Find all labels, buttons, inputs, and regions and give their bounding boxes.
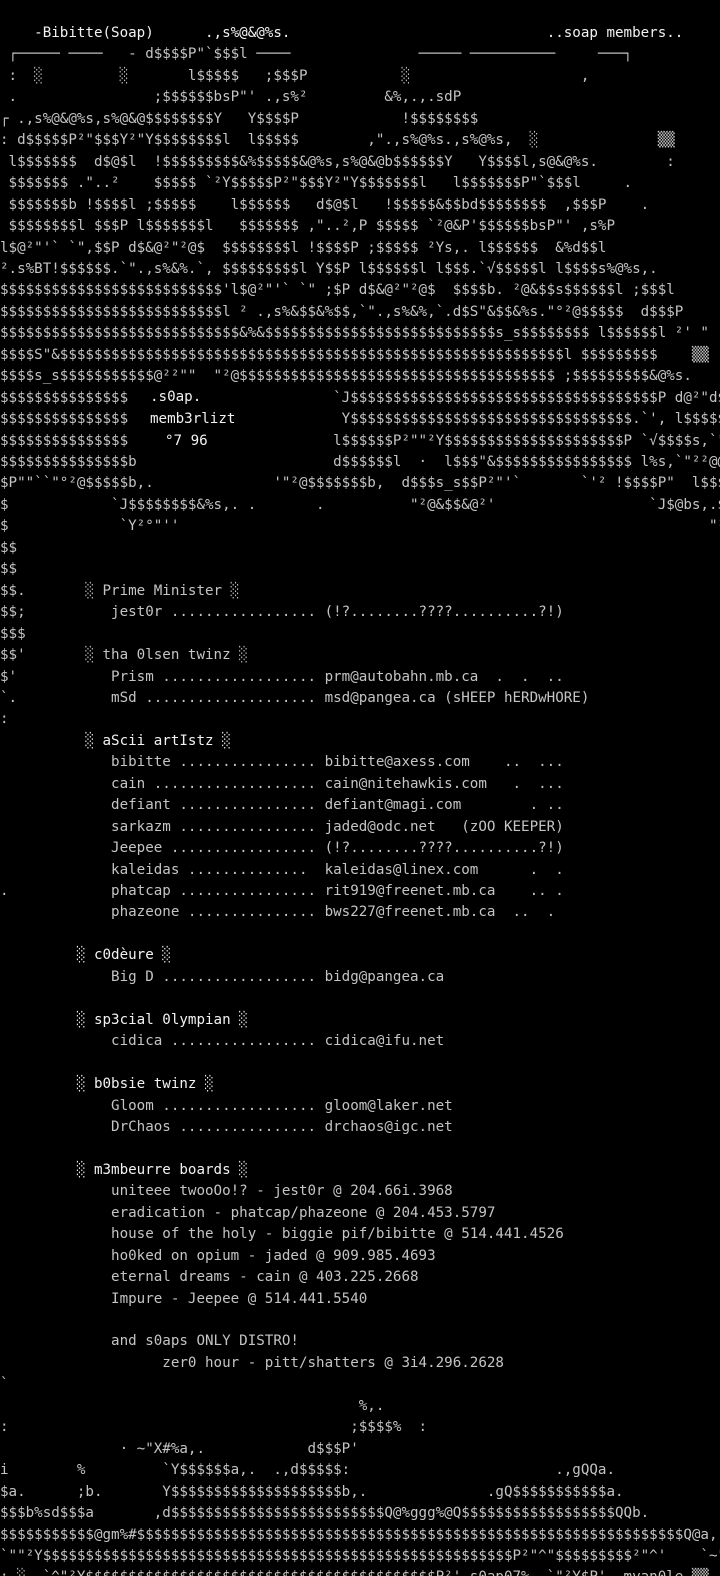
- ascii-line: $$$$$$$ ."..² $$$$$ `²Y$$$$$P²"$$$Y²"Y$$…: [0, 175, 633, 192]
- logo-word: .s0ap.: [150, 389, 202, 405]
- ascii-line: $a. ;b. Y$$$$$$$$$$$$$$$$$$$$b,. .gQ$$$$…: [0, 1483, 624, 1500]
- ascii-line: Impure - Jeepee @ 514.441.5540: [0, 1290, 368, 1307]
- ascii-line: · ~"X#%a,. d$$$P' `$: [119, 1440, 359, 1457]
- logo-date: °7 96: [165, 433, 208, 449]
- ascii-line: $$$$$$$$$$$@gm%#$$$$$$$$$$$$$$$$$$$$$$$$…: [0, 1526, 720, 1543]
- ascii-line: $$: [0, 561, 18, 578]
- ascii-line: kaleidas .............. kaleidas@linex.c…: [0, 861, 564, 878]
- ascii-line: . phatcap ................ rit919@freene…: [0, 883, 564, 899]
- ascii-line: l$@²"'` `",$$P d$&@²"²@$ $$$$$$$$l !$$$$…: [0, 239, 607, 256]
- logo-word-line: .s0ap.: [150, 386, 201, 408]
- ascii-line: cain ................... cain@nitehawkis…: [0, 775, 564, 792]
- ascii-line: %,. g$: [358, 1397, 385, 1414]
- ascii-line: `""²Y$$$$$$$$$$$$$$$$$$$$$$$$$$$$$$$$$$$…: [0, 1547, 720, 1564]
- ascii-line: DrChaos ................ drchaos@igc.net: [0, 1118, 453, 1135]
- ascii-line: $$$$$$$$$$$$$$$$$$$$$$$$$$'l$@²"'` `" ;$…: [0, 282, 675, 299]
- ascii-line: ░ sp3cial 0lympian ░: [0, 1011, 248, 1028]
- logo-subtitle-line: memb3rlizt: [150, 408, 235, 430]
- ascii-line: $$. ░ Prime Minister ░: [0, 582, 240, 599]
- ascii-line: house of the holy - biggie pif/bibitte @…: [0, 1226, 564, 1243]
- ascii-line: $$' ░ tha 0lsen twinz ░: [0, 647, 248, 664]
- ascii-line: eradication - phatcap/phazeone @ 204.453…: [0, 1204, 496, 1221]
- ascii-line: $$; jest0r ................. (!?........…: [0, 604, 564, 621]
- ascii-line: phazeone ............... bws227@freenet.…: [0, 904, 556, 921]
- ascii-line: ².s%BT!$$$$$$.`".,s%&%.`, $$$$$$$$$l Y$$…: [0, 260, 658, 277]
- ascii-line: bibitte ................ bibitte@axess.c…: [0, 754, 564, 771]
- ascii-line: $$$$$$$$$$$$$$$ l$$$$$$P²""²Y$$$$$$$$$$$…: [0, 432, 720, 449]
- ascii-line: $$$: [0, 625, 26, 642]
- ascii-line: uniteee twooOo!? - jest0r @ 204.66i.3968: [0, 1183, 453, 1200]
- ascii-line: $$ `~"~': [0, 539, 18, 556]
- ascii-line: $ `Y²°"'' "²@$$$$$$$P: [0, 518, 720, 535]
- ascii-art-screen: -Bibitte(Soap) .,s%@&@%s. ..soap members…: [0, 0, 720, 1576]
- ascii-line: $$$$$$$b !$$$$l ;$$$$$ l$$$$$$ d$@$l !$$…: [0, 196, 650, 213]
- ascii-line: : ;$$$$% : $$: [0, 1419, 428, 1436]
- ascii-line: $$$b%sd$$$a ,d$$$$$$$$$$$$$$$$$$$$$$$$$Q…: [0, 1505, 720, 1522]
- ascii-line: ┌───── ──── - d$$$$P"`$$$l ──── ───── ──…: [0, 46, 633, 63]
- ascii-line: ` .: [0, 1376, 9, 1393]
- header-line: -Bibitte(Soap) .,s%@&@%s. ..soap members…: [0, 0, 683, 41]
- ascii-line: ░ c0dèure ░: [0, 947, 171, 964]
- ascii-line: $$$$s_s$$$$$$$$$$$@²²"" "²@$$$$$$$$$$$$$…: [0, 368, 692, 385]
- ascii-line: cidica ................. cidica@ifu.net: [0, 1033, 445, 1050]
- ascii-line: i % `Y$$$$$$a,. .,d$$$$$: .,gQQa. `: [0, 1462, 615, 1479]
- ascii-line: $$$$S"&$$$$$$$$$$$$$$$$$$$$$$$$$$$$$$$$$…: [0, 346, 709, 363]
- header-left-title: -Bibitte(Soap): [34, 25, 154, 41]
- ascii-line: ░ aScii artIstz ░: [0, 732, 231, 749]
- ascii-line: zer0 hour - pitt/shatters @ 3i4.296.2628: [0, 1354, 504, 1371]
- ascii-line: : d$$$$$P²"$$$Y²"Y$$$$$$$$l l$$$$$ ,".,s…: [0, 132, 720, 149]
- header-spacer: .,s%@&@%s.: [153, 25, 547, 41]
- ascii-line: `. mSd .................... msd@pangea.c…: [0, 689, 590, 706]
- logo-date-line: °7 96: [165, 430, 208, 452]
- ascii-line: $ `J$$$$$$$$&%s,. . . "²@&$$&@²' `J$@bs,…: [0, 496, 720, 513]
- ascii-line: ░ m3mbeurre boards ░: [0, 1161, 248, 1178]
- ascii-line: Big D .................. bidg@pangea.ca: [0, 968, 445, 985]
- ascii-line: defiant ................ defiant@magi.co…: [0, 797, 564, 814]
- ascii-line: sarkazm ................ jaded@odc.net (…: [0, 818, 564, 835]
- ascii-line: $$$$$$$$l $$$P l$$$$$$$l $$$$$$$ ,"..²,P…: [0, 218, 615, 235]
- ascii-line: . ;$$$$$$bsP"' .,s%² &%,.,.sdP │: [0, 89, 720, 106]
- ascii-line: ┌ .,s%@&@%s,s%@&@$$$$$$$$Y Y$$$$P !$$$$$…: [0, 110, 479, 127]
- ascii-line: Gloom .................. gloom@laker.net: [0, 1097, 453, 1114]
- logo-subtitle: memb3rlizt: [150, 411, 236, 427]
- ascii-line: :: [0, 711, 9, 728]
- ascii-line: eternal dreams - cain @ 403.225.2668: [0, 1269, 419, 1286]
- ascii-line: $$$$$$$$$$$$$$$$$$$$$$$$$$l ² .,s%&$$&%$…: [0, 303, 684, 320]
- ascii-line: $$$$$$$$$$$$$$$ Y$$$$$$$$$$$$$$$$$$$$$$$…: [0, 411, 720, 428]
- ascii-line: $$$$$$$$$$$$$$$$$$$$$$$$$$$$&%&$$$$$$$$$…: [0, 325, 709, 342]
- ascii-line: : ░ .`^"²Y$$$$$$$$$$$$$$$$$$$$$$$$$$$$$$…: [0, 1566, 720, 1576]
- header-right-title: ..soap members..: [546, 25, 684, 41]
- ascii-line: and s0aps ONLY DISTRO!: [0, 1333, 299, 1350]
- ascii-line: $' Prism .................. prm@autobahn…: [0, 668, 564, 685]
- ascii-line: ░ b0bsie twinz ░: [0, 1076, 214, 1093]
- ascii-line: Jeepee ................. (!?........????…: [0, 840, 564, 857]
- ascii-line: ho0ked on opium - jaded @ 909.985.4693: [0, 1247, 436, 1264]
- ascii-line: $$$$$$$$$$$$$$$ `J$$$$$$$$$$$$$$$$$$$$$$…: [0, 389, 720, 406]
- ascii-line: $P""``"°²@$$$$$b,. '"²@$$$$$$$b, d$$$s_s…: [0, 475, 720, 492]
- ascii-line: l$$$$$$$ d$@$l !$$$$$$$$$&%$$$$$&@%s,s%@…: [0, 153, 675, 170]
- ascii-line: : ░ ░ l$$$$$ ;$$$P ░ , │: [8, 67, 590, 84]
- ascii-line: $$$$$$$$$$$$$$$b d$$$$$$l · l$$$"&$$$$$$…: [0, 454, 720, 470]
